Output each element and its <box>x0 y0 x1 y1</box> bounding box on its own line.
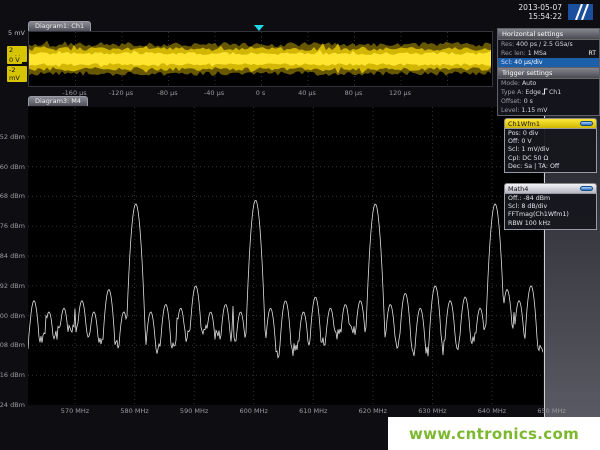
minimize-pill-icon[interactable] <box>580 121 593 126</box>
realtime-badge: RT <box>588 49 596 58</box>
tab-diagram3[interactable]: Diagram3: M4 <box>28 96 88 106</box>
axis-tick-label: -84 dBm <box>0 252 25 260</box>
diagram3-x-axis: 570 MHz 580 MHz 590 MHz 600 MHz 610 MHz 620 M… <box>28 407 593 416</box>
ch1-detail-row: Cpl: DC 50 Ω <box>508 155 593 163</box>
ch1-detail-row: Off: 0 V <box>508 138 593 146</box>
rising-edge-icon <box>542 88 548 97</box>
diagram1-y-axis: 5 mV 2 mV 0 V -2 mV <box>0 31 27 91</box>
trigger-source-value: Ch1 <box>549 89 561 96</box>
ch1-detail-row: Scl: 1 mV/div <box>508 146 593 154</box>
rs-logo-icon <box>568 4 593 20</box>
trigger-mode-label: Mode: <box>501 80 520 87</box>
trigger-settings-header[interactable]: Trigger settings <box>498 68 599 79</box>
trigger-type-row[interactable]: Type A:Edge Ch1 <box>498 88 599 97</box>
trigger-offset-value: 0 s <box>524 98 533 105</box>
axis-tick-label: -100 dBm <box>0 312 25 320</box>
axis-tick-label: 0 V <box>7 56 22 64</box>
trigger-type-label: Type A: <box>501 89 523 96</box>
record-length-label: Rec len: <box>501 50 526 57</box>
horizontal-settings-header[interactable]: Horizontal settings <box>498 29 599 40</box>
trigger-offset-row[interactable]: Offset:0 s <box>498 97 599 106</box>
trigger-level-value: 1.15 mV <box>521 107 547 114</box>
math4-detail-row: Scl: 8 dB/div <box>508 203 593 211</box>
datetime-display: 2013-05-07 15:54:22 <box>518 3 562 21</box>
axis-tick-label: 0 s <box>256 89 266 97</box>
math4-details: Off.: -84 dBm Scl: 8 dB/div FFTmag(Ch1Wf… <box>504 193 597 230</box>
ch1-waveform-trace <box>29 32 492 86</box>
diagram1-x-axis: -160 μs-120 μs-80 μs-40 μs0 s40 μs80 μs1… <box>28 89 503 98</box>
minimize-pill-icon[interactable] <box>580 186 593 191</box>
horizontal-scale-label: Scl: <box>501 59 512 66</box>
axis-tick-label: 600 MHz <box>240 407 268 415</box>
trigger-mode-row[interactable]: Mode:Auto <box>498 79 599 88</box>
axis-tick-label: 590 MHz <box>180 407 208 415</box>
math4-detail-row: RBW 100 kHz <box>508 220 593 228</box>
axis-tick-label: 650 MHz <box>537 407 565 415</box>
math4-tab[interactable]: Math4 <box>504 183 597 193</box>
axis-tick-label: 640 MHz <box>478 407 506 415</box>
ch1-waveform-box: Ch1Wfm1 Pos: 0 div Off: 0 V Scl: 1 mV/di… <box>504 118 597 173</box>
math4-detail-row: FFTmag(Ch1Wfm1) <box>508 211 593 219</box>
time-text: 15:54:22 <box>518 12 562 21</box>
axis-tick-label: -80 μs <box>157 89 177 97</box>
trigger-settings-panel: Trigger settings Mode:Auto Type A:Edge Ch… <box>497 67 600 116</box>
axis-tick-label: 610 MHz <box>299 407 327 415</box>
axis-tick-label: 80 μs <box>345 89 363 97</box>
axis-tick-label: -76 dBm <box>0 222 25 230</box>
horizontal-scale-value: 40 μs/div <box>514 59 542 66</box>
axis-tick-label: -40 μs <box>204 89 224 97</box>
axis-tick-label: -52 dBm <box>0 133 25 141</box>
axis-tick-label: -92 dBm <box>0 282 25 290</box>
horizontal-scale-row[interactable]: Scl:40 μs/div <box>498 58 599 67</box>
ch1-waveform-tab-label: Ch1Wfm1 <box>508 120 540 128</box>
ch1-waveform-tab[interactable]: Ch1Wfm1 <box>504 118 597 128</box>
axis-tick-label: -108 dBm <box>0 341 25 349</box>
math4-detail-row: Off.: -84 dBm <box>508 195 593 203</box>
ch1-detail-row: Pos: 0 div <box>508 130 593 138</box>
axis-tick-label: -116 dBm <box>0 371 25 379</box>
trigger-offset-label: Offset: <box>501 98 522 105</box>
diagram3-plot[interactable] <box>28 107 543 405</box>
axis-tick-label: 40 μs <box>298 89 316 97</box>
trigger-mode-value: Auto <box>522 80 536 87</box>
math4-spectrum-trace <box>28 107 543 405</box>
axis-tick-label: 630 MHz <box>418 407 446 415</box>
date-text: 2013-05-07 <box>518 3 562 12</box>
axis-tick-label: -60 dBm <box>0 163 25 171</box>
axis-tick-label: -124 dBm <box>0 401 25 409</box>
diagram3-y-axis: -52 dBm -60 dBm -68 dBm -76 dBm -84 dBm -92 d… <box>0 107 27 409</box>
axis-tick-label: 120 μs <box>389 89 411 97</box>
watermark-text: www.cntronics.com <box>409 425 579 443</box>
record-length-row[interactable]: Rec len:1 MSa RT <box>498 49 599 58</box>
axis-tick-label: 580 MHz <box>120 407 148 415</box>
axis-tick-label: 570 MHz <box>61 407 89 415</box>
axis-tick-label: 620 MHz <box>359 407 387 415</box>
axis-tick-label: -68 dBm <box>0 192 25 200</box>
resolution-row[interactable]: Res:400 ps / 2.5 GSa/s <box>498 40 599 49</box>
math4-tab-label: Math4 <box>508 185 528 193</box>
axis-tick-label: 5 mV <box>8 29 25 37</box>
math4-box: Math4 Off.: -84 dBm Scl: 8 dB/div FFTmag… <box>504 183 597 230</box>
resolution-value: 400 ps / 2.5 GSa/s <box>516 41 573 48</box>
resolution-label: Res: <box>501 41 514 48</box>
trigger-type-value: Edge <box>525 89 541 96</box>
horizontal-settings-panel: Horizontal settings Res:400 ps / 2.5 GSa… <box>497 28 600 68</box>
oscilloscope-screen: 2013-05-07 15:54:22 Diagram1: Ch1 5 mV 2… <box>0 0 600 450</box>
watermark-box: www.cntronics.com <box>388 417 600 450</box>
ch1-waveform-details: Pos: 0 div Off: 0 V Scl: 1 mV/div Cpl: D… <box>504 128 597 173</box>
record-length-value: 1 MSa <box>528 50 547 57</box>
trigger-position-marker-icon[interactable] <box>254 25 264 31</box>
trigger-level-row[interactable]: Level:1.15 mV <box>498 106 599 115</box>
diagram1-plot[interactable] <box>28 31 493 87</box>
tab-diagram1[interactable]: Diagram1: Ch1 <box>28 21 91 31</box>
axis-tick-label: -120 μs <box>109 89 133 97</box>
ch1-detail-row: Dec: Sa | TA: Off <box>508 163 593 171</box>
axis-tick-label: -2 mV <box>7 66 27 82</box>
trigger-level-label: Level: <box>501 107 519 114</box>
